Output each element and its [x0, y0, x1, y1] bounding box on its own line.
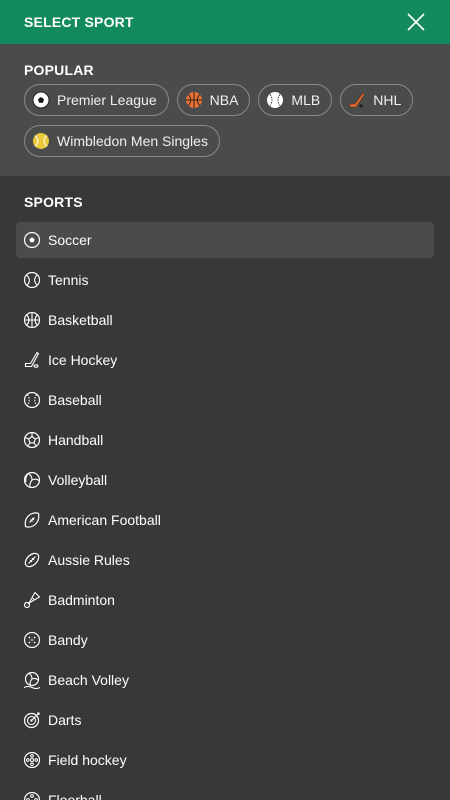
sport-label: Field hockey [48, 752, 127, 768]
sport-label: Beach Volley [48, 672, 129, 688]
sport-label: Soccer [48, 232, 92, 248]
volleyball-icon [23, 471, 41, 489]
basketball-icon [23, 311, 41, 329]
chip-mlb[interactable]: MLB [258, 84, 333, 116]
popular-section: POPULAR Premier League NBA MLB NHL Wimbl… [0, 44, 450, 176]
basketball-icon [185, 91, 203, 109]
sport-item-ice-hockey[interactable]: Ice Hockey [16, 342, 434, 378]
popular-title: POPULAR [24, 62, 94, 78]
floorball-icon [23, 791, 41, 800]
sport-item-basketball[interactable]: Basketball [16, 302, 434, 338]
sport-item-field-hockey[interactable]: Field hockey [16, 742, 434, 778]
chip-wimbledon-men-singles[interactable]: Wimbledon Men Singles [24, 125, 220, 157]
sport-item-darts[interactable]: Darts [16, 702, 434, 738]
sport-item-badminton[interactable]: Badminton [16, 582, 434, 618]
sport-label: Ice Hockey [48, 352, 118, 368]
tennis-icon [23, 271, 41, 289]
sport-item-baseball[interactable]: Baseball [16, 382, 434, 418]
hockey-stick-icon [348, 91, 366, 109]
ice-hockey-icon [23, 351, 41, 369]
sport-item-bandy[interactable]: Bandy [16, 622, 434, 658]
sport-label: Darts [48, 712, 82, 728]
chip-nhl[interactable]: NHL [340, 84, 414, 116]
handball-icon [23, 431, 41, 449]
soccer-ball-icon [32, 91, 50, 109]
soccer-icon [23, 231, 41, 249]
sport-item-volleyball[interactable]: Volleyball [16, 462, 434, 498]
aussie-rules-icon [23, 551, 41, 569]
chip-label: MLB [291, 92, 321, 108]
sport-label: Badminton [48, 592, 115, 608]
field-hockey-icon [23, 751, 41, 769]
sport-item-aussie-rules[interactable]: Aussie Rules [16, 542, 434, 578]
chip-label: Wimbledon Men Singles [57, 133, 208, 149]
sport-item-american-football[interactable]: American Football [16, 502, 434, 538]
sport-item-soccer[interactable]: Soccer [16, 222, 434, 258]
chip-label: Premier League [57, 92, 157, 108]
sport-label: Tennis [48, 272, 89, 288]
popular-chips: Premier League NBA MLB NHL Wimbledon Men… [24, 84, 424, 157]
beach-volley-icon [23, 671, 41, 689]
sports-list: Soccer Tennis Basketball Ice Hockey Base… [16, 222, 434, 800]
sports-title: SPORTS [24, 194, 83, 210]
bandy-icon [23, 631, 41, 649]
sport-item-handball[interactable]: Handball [16, 422, 434, 458]
sport-item-floorball[interactable]: Floorball [16, 782, 434, 800]
sport-label: Bandy [48, 632, 88, 648]
chip-premier-league[interactable]: Premier League [24, 84, 169, 116]
chip-label: NHL [373, 92, 402, 108]
sport-label: Baseball [48, 392, 102, 408]
sport-item-beach-volley[interactable]: Beach Volley [16, 662, 434, 698]
chip-label: NBA [209, 92, 239, 108]
sports-section: SPORTS Soccer Tennis Basketball Ice Hock… [0, 176, 450, 800]
sport-label: Basketball [48, 312, 113, 328]
sport-label: Floorball [48, 792, 102, 800]
shuttlecock-icon [23, 591, 41, 609]
dart-board-icon [23, 711, 41, 729]
sheet-title: SELECT SPORT [24, 14, 134, 30]
sport-item-tennis[interactable]: Tennis [16, 262, 434, 298]
sport-label: Handball [48, 432, 104, 448]
close-icon [407, 13, 425, 31]
sport-label: American Football [48, 512, 161, 528]
sport-label: Volleyball [48, 472, 108, 488]
close-button[interactable] [398, 4, 434, 40]
baseball-icon [266, 91, 284, 109]
baseball-icon [23, 391, 41, 409]
chip-nba[interactable]: NBA [176, 84, 251, 116]
tennis-ball-icon [32, 132, 50, 150]
american-football-icon [23, 511, 41, 529]
sport-label: Aussie Rules [48, 552, 130, 568]
sheet-header: SELECT SPORT [0, 0, 450, 44]
